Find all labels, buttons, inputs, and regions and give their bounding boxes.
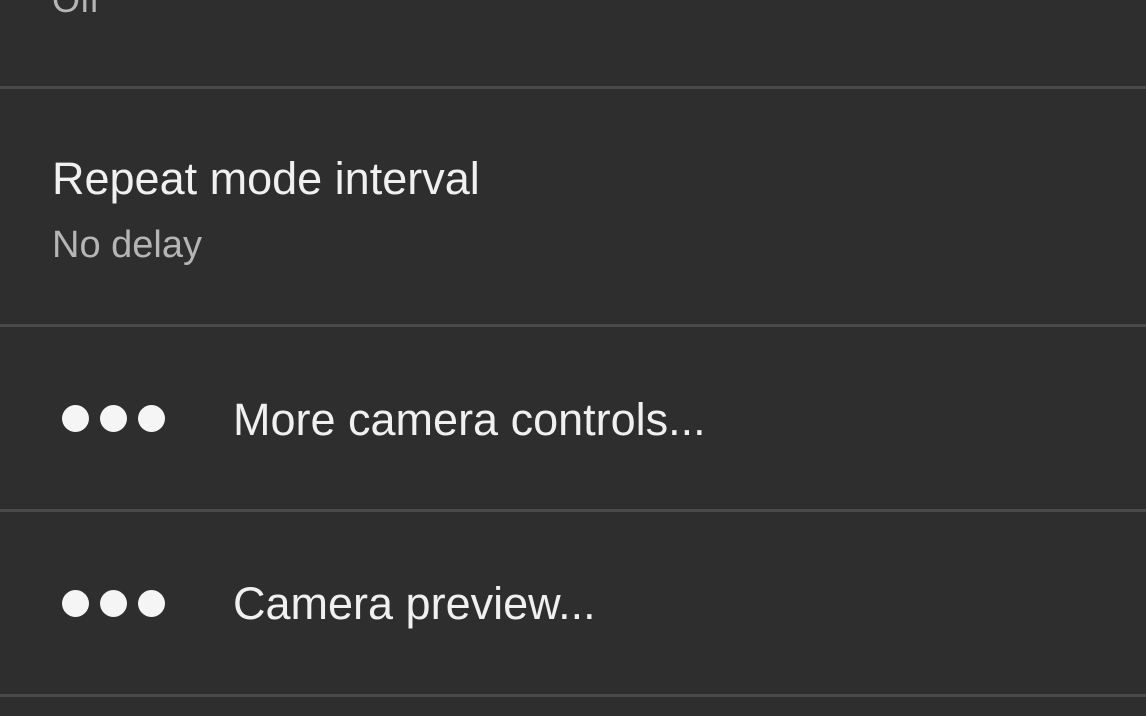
repeat-mode-interval-row[interactable]: Repeat mode interval No delay: [0, 89, 1146, 324]
dot: [62, 404, 89, 432]
repeat-mode-interval-summary: No delay: [52, 224, 202, 266]
dot: [62, 589, 89, 617]
more-horizontal-icon: [62, 403, 172, 433]
settings-screen: Off Repeat mode interval No delay More c…: [0, 0, 1146, 716]
repeat-mode-interval-title: Repeat mode interval: [52, 153, 480, 204]
camera-preview-row[interactable]: Camera preview...: [0, 512, 1146, 694]
previous-preference-summary: Off: [52, 0, 99, 22]
next-preference-row[interactable]: [0, 697, 1146, 716]
dot: [100, 404, 127, 432]
more-horizontal-icon: [62, 588, 172, 618]
dot: [100, 589, 127, 617]
dot: [138, 589, 165, 617]
more-camera-controls-label: More camera controls...: [233, 394, 706, 445]
dot: [138, 404, 165, 432]
previous-preference-row[interactable]: Off: [0, 0, 1146, 86]
camera-preview-label: Camera preview...: [233, 578, 596, 629]
more-camera-controls-row[interactable]: More camera controls...: [0, 327, 1146, 509]
